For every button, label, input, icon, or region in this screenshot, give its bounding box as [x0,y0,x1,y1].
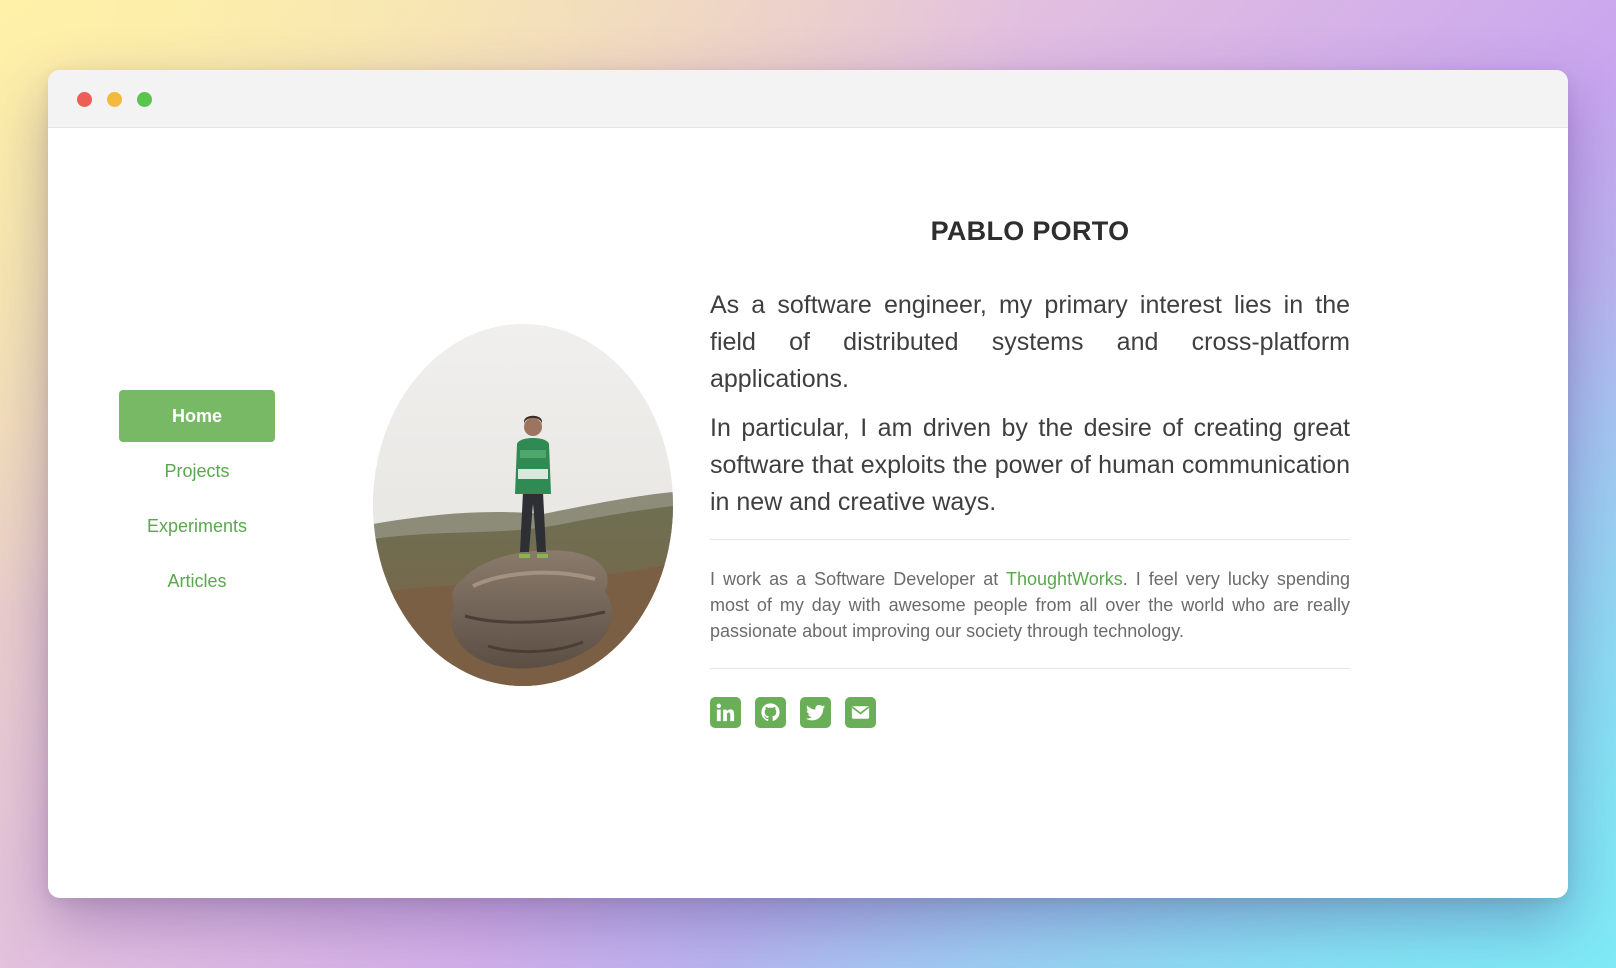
intro-paragraph-1: As a software engineer, my primary inter… [710,291,1350,393]
thoughtworks-link[interactable]: ThoughtWorks [1006,569,1123,589]
profile-photo [373,324,673,686]
close-window-button[interactable] [77,92,92,107]
linkedin-icon[interactable] [710,697,741,728]
intro-section: As a software engineer, my primary inter… [710,287,1350,521]
nav-item-home[interactable]: Home [119,390,275,442]
divider-top [710,539,1350,540]
intro-paragraph-2: In particular, I am driven by the desire… [710,414,1350,516]
twitter-icon[interactable] [800,697,831,728]
main-content: PABLO PORTO As a software engineer, my p… [710,216,1350,728]
main-nav: Home Projects Experiments Articles [119,390,275,610]
social-links [710,697,1350,728]
divider-bottom [710,668,1350,669]
github-icon[interactable] [755,697,786,728]
work-text-before: I work as a Software Developer at [710,569,1007,589]
window-titlebar [48,70,1568,128]
page-content: Home Projects Experiments Articles PABLO… [48,128,1568,898]
nav-item-articles[interactable]: Articles [119,555,275,607]
browser-window: Home Projects Experiments Articles PABLO… [48,70,1568,898]
minimize-window-button[interactable] [107,92,122,107]
nav-item-projects[interactable]: Projects [119,445,275,497]
profile-photo-image [373,324,673,686]
work-paragraph: I work as a Software Developer at Though… [710,566,1350,644]
page-title: PABLO PORTO [930,216,1130,246]
email-icon[interactable] [845,697,876,728]
zoom-window-button[interactable] [137,92,152,107]
nav-item-experiments[interactable]: Experiments [119,500,275,552]
